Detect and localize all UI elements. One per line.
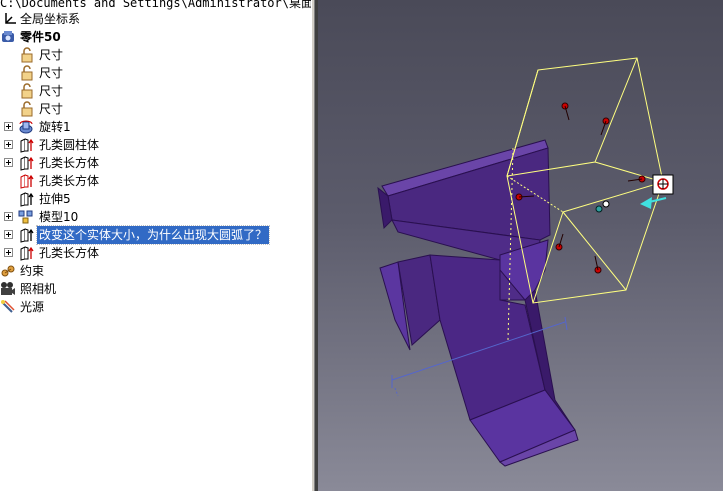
tree-item-label: 改变这个实体大小，为什么出现大圆弧了？	[35, 225, 271, 245]
tree-item-camera[interactable]: 照相机	[0, 280, 311, 298]
tree-item-global-coordinate[interactable]: 全局坐标系	[0, 10, 311, 28]
light-icon	[1, 300, 15, 313]
tree-item-label: 光源	[20, 300, 45, 314]
expand-plus-icon[interactable]	[4, 212, 13, 221]
lock-icon	[21, 47, 33, 63]
tree-item-dimension[interactable]: 尺寸	[0, 100, 311, 118]
tree-item-label: 孔类长方体	[39, 156, 100, 170]
tree-item-label: 照相机	[20, 282, 57, 296]
3d-scene	[377, 57, 674, 467]
revolve-icon	[19, 120, 33, 134]
hole-box-icon	[20, 174, 34, 189]
move-cursor-icon	[652, 174, 674, 195]
tree-item-hole-box[interactable]: 孔类长方体	[0, 244, 311, 262]
tree-item-label: 拉伸5	[39, 192, 71, 206]
tree-item-label: 约束	[20, 264, 45, 278]
expand-plus-icon[interactable]	[4, 122, 13, 131]
3d-viewport[interactable]	[318, 0, 723, 491]
tree-item-revolve[interactable]: 旋转1	[0, 118, 311, 136]
axis-icon	[5, 13, 16, 24]
tree-item-hole-box[interactable]: 孔类长方体	[0, 154, 311, 172]
tree-item-label: 孔类长方体	[39, 246, 100, 260]
feature-tree-panel: C:\Documents and Settings\Administrator\…	[0, 0, 311, 491]
tree-item-label: 模型10	[39, 210, 79, 224]
tree-item-dimension[interactable]: 尺寸	[0, 64, 311, 82]
lock-icon	[21, 65, 33, 81]
expand-plus-icon[interactable]	[4, 230, 13, 239]
tree-item-dimension[interactable]: 尺寸	[0, 46, 311, 64]
tree-item-light[interactable]: 光源	[0, 298, 311, 316]
tree-item-label: 尺寸	[39, 84, 64, 98]
tree-item-label: 零件50	[20, 30, 61, 44]
expand-plus-icon[interactable]	[4, 140, 13, 149]
tree-item-part[interactable]: 零件50	[0, 28, 311, 46]
part-body[interactable]	[377, 139, 579, 467]
tree-item-label: 孔类圆柱体	[39, 138, 100, 152]
camera-icon	[1, 282, 15, 295]
tree-item-constraint[interactable]: 约束	[0, 262, 311, 280]
extrude-icon	[20, 192, 34, 207]
tree-item-model[interactable]: 模型10	[0, 208, 311, 226]
tree-item-label: 旋转1	[39, 120, 71, 134]
tree-item-dimension[interactable]: 尺寸	[0, 82, 311, 100]
part-icon	[2, 31, 14, 42]
hole-cylinder-icon	[20, 138, 34, 153]
drag-arrow-icon[interactable]	[640, 197, 667, 209]
tree-item-label: 尺寸	[39, 66, 64, 80]
lock-icon	[21, 83, 33, 99]
tree-item-label: 尺寸	[39, 102, 64, 116]
tree-item-extrude[interactable]: 拉伸5	[0, 190, 311, 208]
tree-item-label: 全局坐标系	[20, 12, 81, 26]
tree-item-hole-box[interactable]: 孔类长方体	[0, 172, 311, 190]
tree-item-selected-extrude[interactable]: 改变这个实体大小，为什么出现大圆弧了？	[0, 225, 311, 245]
expand-plus-icon[interactable]	[4, 158, 13, 167]
expand-plus-icon[interactable]	[4, 248, 13, 257]
hole-box-icon	[20, 246, 34, 261]
lock-icon	[21, 101, 33, 117]
model-icon	[18, 210, 33, 224]
tree-item-hole-cylinder[interactable]: 孔类圆柱体	[0, 136, 311, 154]
extrude-icon	[20, 228, 34, 243]
tree-item-label: 尺寸	[39, 48, 64, 62]
constraint-icon	[1, 265, 15, 277]
hole-box-icon	[20, 156, 34, 171]
tree-item-label: 孔类长方体	[39, 174, 100, 188]
